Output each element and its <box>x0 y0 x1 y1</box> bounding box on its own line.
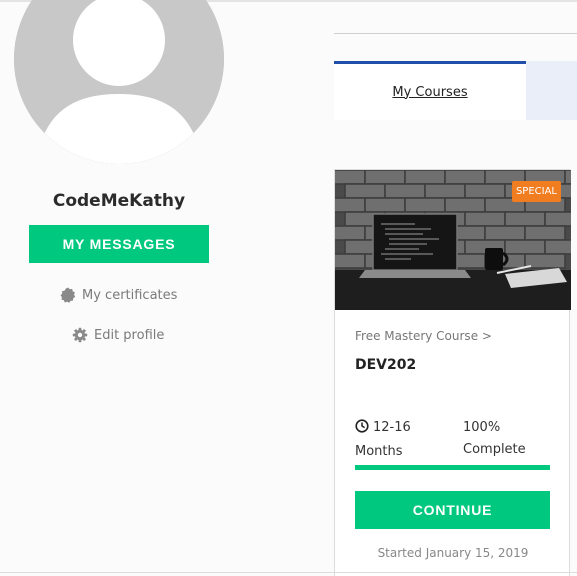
tab-my-courses-label: My Courses <box>392 84 468 100</box>
tabs-divider <box>334 33 577 34</box>
tab-next[interactable] <box>526 61 577 120</box>
edit-profile-label: Edit profile <box>94 327 165 343</box>
clock-icon <box>355 419 369 441</box>
course-progress-fill <box>355 465 550 470</box>
avatar <box>14 0 224 164</box>
my-certificates-label: My certificates <box>82 287 178 303</box>
course-started-date: Started January 15, 2019 <box>377 546 529 560</box>
edit-profile-link[interactable]: Edit profile <box>72 327 164 343</box>
course-title: DEV202 <box>355 357 417 373</box>
course-progress-bar <box>355 465 550 470</box>
course-image[interactable]: SPECIAL <box>335 170 571 310</box>
course-duration: 12-16 Months <box>355 417 455 463</box>
bottom-divider <box>0 572 577 573</box>
course-category-link[interactable]: Free Mastery Course > <box>355 329 492 343</box>
username: CodeMeKathy <box>52 191 186 211</box>
continue-button[interactable]: CONTINUE <box>355 491 550 529</box>
my-certificates-link[interactable]: My certificates <box>60 287 177 303</box>
badge-icon <box>60 287 76 303</box>
gear-icon <box>72 327 88 343</box>
tab-my-courses[interactable]: My Courses <box>334 61 526 120</box>
course-card: SPECIAL Free Mastery Course > DEV202 12-… <box>334 169 571 576</box>
my-messages-button[interactable]: MY MESSAGES <box>29 225 209 263</box>
special-badge: SPECIAL <box>511 181 561 202</box>
course-completion: 100% Complete <box>463 420 526 457</box>
